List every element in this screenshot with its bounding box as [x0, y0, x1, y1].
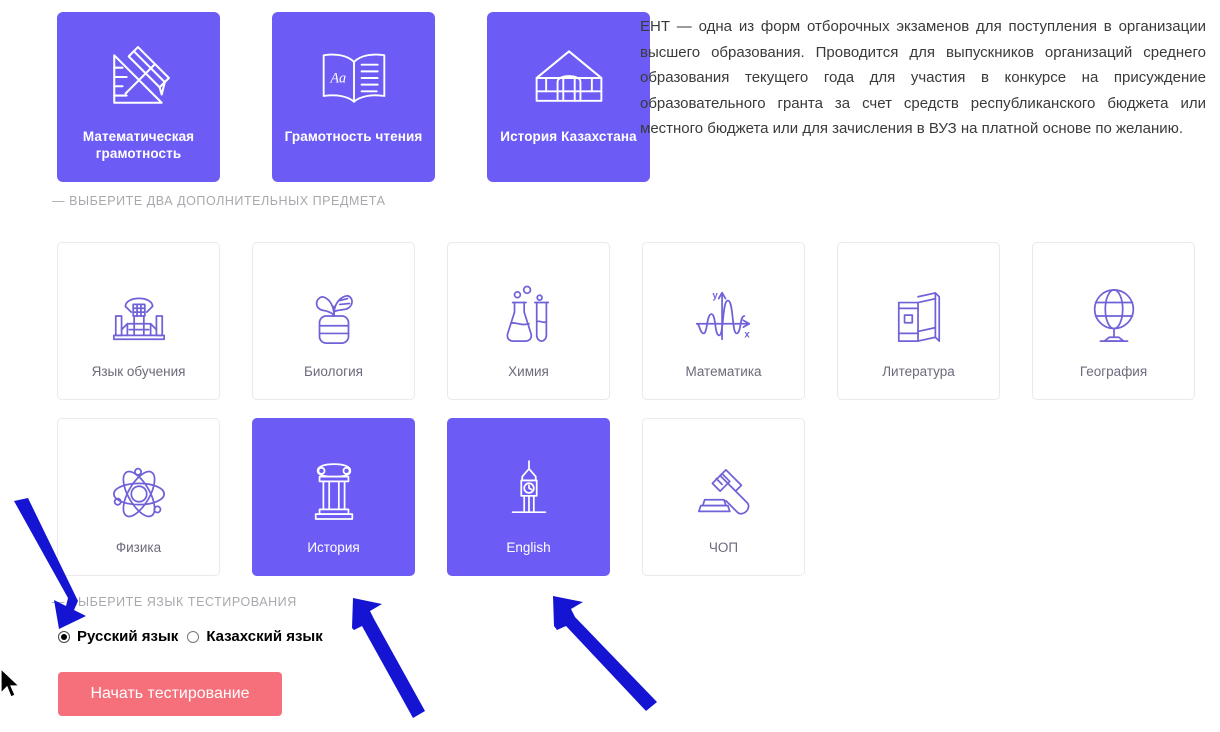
books-icon [893, 263, 945, 347]
language-radio-group: Русский язык Казахский язык [58, 628, 323, 645]
subject-label: ЧОП [708, 540, 739, 555]
subject-label: Литература [882, 364, 955, 379]
required-subject-label: Грамотность чтения [284, 129, 423, 144]
arrow-to-history-card [352, 598, 425, 718]
required-subject-label: История Казахстана [500, 129, 637, 144]
subject-card-chop[interactable]: ЧОП [642, 418, 805, 576]
radio-russian[interactable] [58, 630, 70, 643]
svg-text:Aa: Aa [329, 71, 346, 87]
required-subjects-row: Математическая грамотность Aa Грамотност… [57, 12, 650, 182]
atom-icon [108, 439, 170, 523]
subject-card-biology[interactable]: Биология [252, 242, 415, 400]
subject-card-geography[interactable]: География [1032, 242, 1195, 400]
subject-card-literature[interactable]: Литература [837, 242, 1000, 400]
gavel-icon [693, 439, 755, 523]
subject-label: Биология [304, 364, 363, 379]
language-option-russian[interactable]: Русский язык [58, 628, 178, 645]
optional-subjects-grid: Язык обучения Биология Химия y x Математ… [57, 242, 1197, 594]
subject-label: Язык обучения [91, 364, 186, 379]
open-book-icon: Aa [318, 42, 390, 114]
subject-card-language-of-instruction[interactable]: Язык обучения [57, 242, 220, 400]
subject-card-chemistry[interactable]: Химия [447, 242, 610, 400]
subject-label: English [506, 540, 551, 555]
required-subject-card-reading-literacy[interactable]: Aa Грамотность чтения [272, 12, 435, 182]
choose-language-caption: — ВЫБЕРИТЕ ЯЗЫК ТЕСТИРОВАНИЯ [52, 595, 297, 609]
globe-icon [1085, 263, 1143, 347]
subject-label: Физика [115, 540, 162, 555]
start-testing-button[interactable]: Начать тестирование [58, 672, 282, 716]
required-subject-card-math-literacy[interactable]: Математическая грамотность [57, 12, 220, 182]
choose-subjects-caption: — ВЫБЕРИТЕ ДВА ДОПОЛНИТЕЛЬНЫХ ПРЕДМЕТА [52, 194, 386, 208]
subject-label: Математика [685, 364, 762, 379]
language-label: Казахский язык [206, 628, 323, 645]
column-icon [308, 439, 360, 523]
svg-text:y: y [712, 291, 718, 302]
plant-pot-icon [305, 263, 363, 347]
optional-subjects-row-1: Язык обучения Биология Химия y x Математ… [57, 242, 1197, 400]
svg-text:x: x [744, 329, 750, 340]
required-subject-label: Математическая грамотность [82, 129, 195, 161]
mouse-cursor [0, 668, 21, 698]
subject-label: История [307, 540, 360, 555]
big-ben-icon [503, 439, 555, 523]
graph-curve-icon: y x [691, 263, 757, 347]
subject-label: Химия [508, 364, 549, 379]
subject-label: География [1079, 364, 1148, 379]
radio-kazakh[interactable] [187, 630, 200, 643]
language-label: Русский язык [77, 628, 179, 645]
optional-subjects-row-2: Физика История English ЧОП [57, 418, 1197, 576]
lectern-icon [108, 263, 170, 347]
subject-card-english[interactable]: English [447, 418, 610, 576]
exam-subject-selection-page: Математическая грамотность Aa Грамотност… [0, 0, 1220, 732]
language-option-kazakh[interactable]: Казахский язык [187, 628, 323, 645]
subject-card-mathematics[interactable]: y x Математика [642, 242, 805, 400]
flask-tube-icon [501, 263, 557, 347]
arrow-to-english-card [553, 596, 657, 711]
subject-card-history[interactable]: История [252, 418, 415, 576]
yurt-icon [529, 42, 609, 114]
required-subject-card-kazakhstan-history[interactable]: История Казахстана [487, 12, 650, 182]
subject-card-physics[interactable]: Физика [57, 418, 220, 576]
exam-description-text: ЕНТ — одна из форм отборочных экзаменов … [640, 18, 1206, 137]
ruler-pencil-icon [106, 42, 172, 114]
